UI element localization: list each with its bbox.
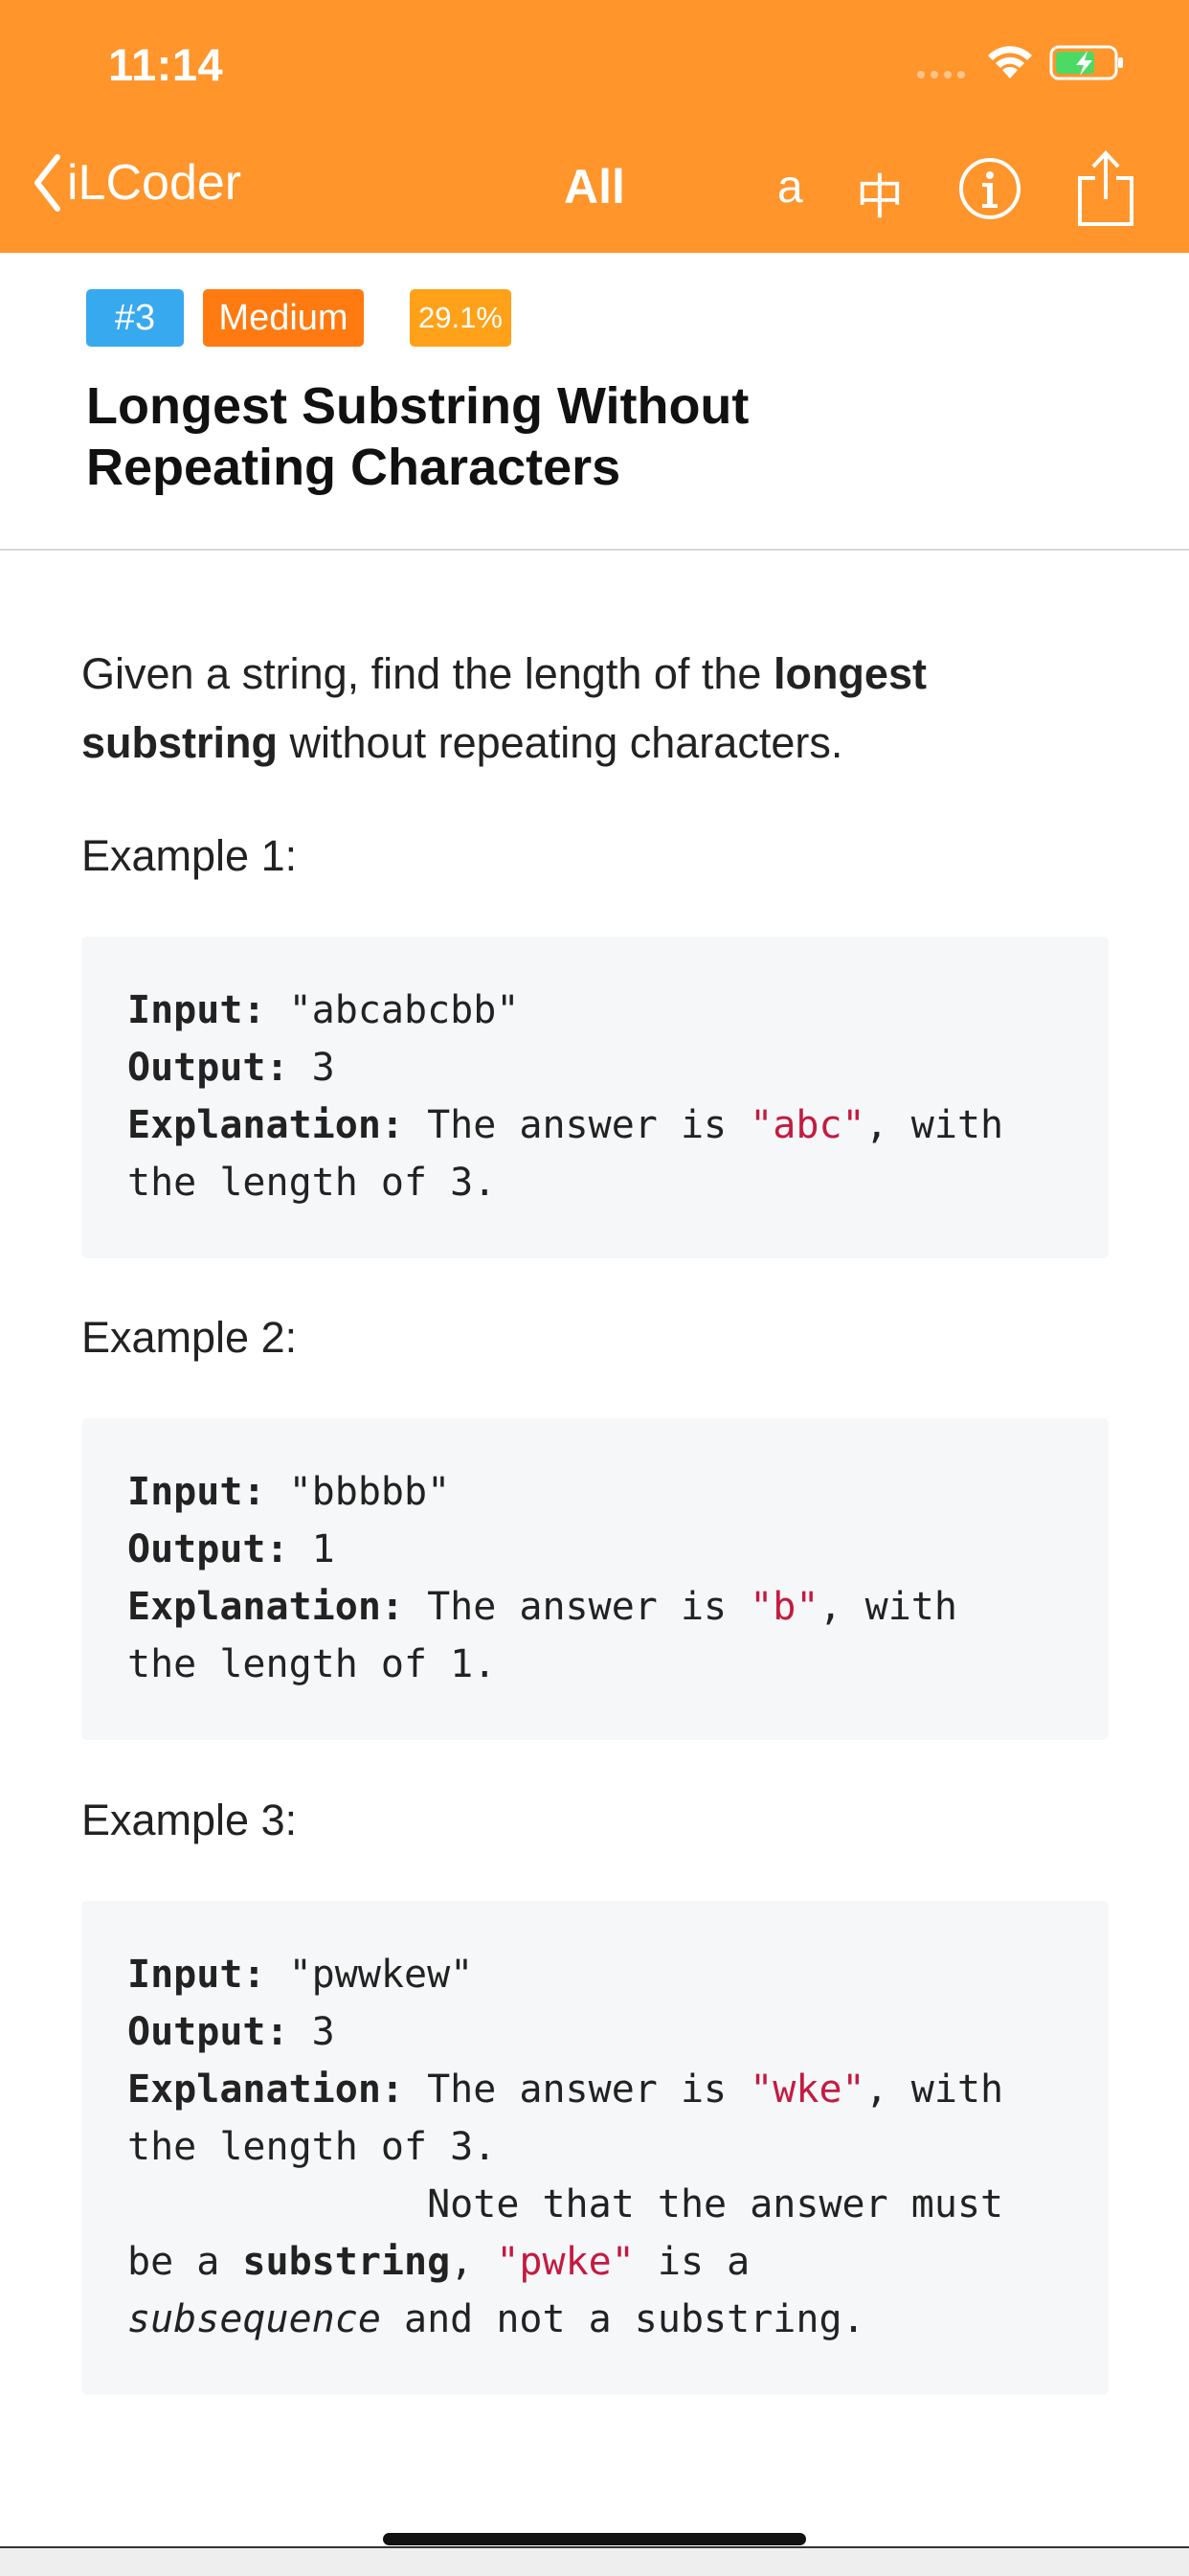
code-value: 3 xyxy=(288,2010,335,2054)
divider xyxy=(0,549,1189,551)
description-text: Given a string, find the length of the xyxy=(81,649,774,698)
example-code-block: Input: "abcabcbb" Output: 3 Explanation:… xyxy=(81,937,1109,1258)
description-bold: substring xyxy=(81,718,279,767)
example-heading: Example 1: xyxy=(81,831,298,880)
problem-id-badge: #3 xyxy=(86,289,184,347)
home-indicator[interactable] xyxy=(383,2533,806,2545)
code-string: "wke" xyxy=(750,2068,865,2112)
code-value: , xyxy=(450,2240,497,2284)
info-icon[interactable] xyxy=(957,156,1022,221)
code-italic: subsequence xyxy=(127,2297,381,2341)
wifi-icon xyxy=(988,46,1032,79)
back-button[interactable]: iLCoder xyxy=(33,153,241,213)
code-label: Output: xyxy=(127,1046,289,1090)
code-value: 3 xyxy=(288,1046,335,1090)
acceptance-rate-badge: 29.1% xyxy=(410,289,511,347)
code-value: The answer is xyxy=(403,1585,751,1629)
code-value: the length of 1. xyxy=(127,1642,497,1686)
battery-charging-icon xyxy=(1049,45,1123,80)
problem-title-line2: Repeating Characters xyxy=(86,439,621,496)
nav-header: 11:14 iLCoder All a 中 xyxy=(0,0,1189,253)
code-value: "pwwkew" xyxy=(265,1953,474,1997)
code-value: be a xyxy=(127,2240,243,2284)
code-value: The answer is xyxy=(403,2068,751,2112)
difficulty-badge: Medium xyxy=(203,289,364,347)
code-label: Input: xyxy=(127,988,266,1032)
code-label: Explanation: xyxy=(127,1103,404,1147)
example-heading: Example 2: xyxy=(81,1313,298,1362)
nav-title[interactable]: All xyxy=(564,160,625,214)
code-label: Output: xyxy=(127,1527,289,1571)
code-value: 1 xyxy=(288,1527,335,1571)
language-english-button[interactable]: a xyxy=(777,161,803,214)
code-value: , with xyxy=(864,2068,1004,2112)
example-heading: Example 3: xyxy=(81,1796,298,1844)
description-bold: longest xyxy=(773,649,927,698)
code-label: Explanation: xyxy=(127,1585,404,1629)
code-label: Input: xyxy=(127,1470,266,1514)
status-time: 11:14 xyxy=(108,39,224,90)
code-value: "abcabcbb" xyxy=(265,988,520,1032)
problem-title-line1: Longest Substring Without xyxy=(86,377,750,435)
share-icon[interactable] xyxy=(1074,149,1137,228)
description-text: without repeating characters. xyxy=(278,718,843,767)
code-value: and not a substring. xyxy=(380,2297,865,2341)
example-code-block: Input: "pwwkew" Output: 3 Explanation: T… xyxy=(81,1901,1109,2395)
bottom-toolbar-edge xyxy=(0,2546,1189,2576)
code-value: the length of 3. xyxy=(127,1161,497,1205)
code-string: "b" xyxy=(750,1585,819,1629)
code-value: "bbbbb" xyxy=(265,1470,451,1514)
code-label: Output: xyxy=(127,2010,289,2054)
cellular-signal-icon xyxy=(917,71,965,79)
back-label: iLCoder xyxy=(67,155,242,211)
language-chinese-button[interactable]: 中 xyxy=(856,159,904,228)
problem-description: Given a string, find the length of the l… xyxy=(81,640,1115,778)
code-value: , with xyxy=(864,1103,1004,1147)
problem-title: Longest Substring Without Repeating Char… xyxy=(86,375,948,498)
back-chevron-icon xyxy=(34,154,60,212)
code-bold: substring xyxy=(242,2240,451,2284)
code-value: the length of 3. xyxy=(127,2125,497,2169)
code-label: Input: xyxy=(127,1953,266,1997)
code-value: , with xyxy=(819,1585,957,1629)
code-value: is a xyxy=(634,2240,751,2284)
code-string: "pwke" xyxy=(496,2240,635,2284)
example-code-block: Input: "bbbbb" Output: 1 Explanation: Th… xyxy=(81,1418,1109,1740)
code-string: "abc" xyxy=(750,1103,865,1147)
code-label: Explanation: xyxy=(127,2068,404,2112)
code-value: The answer is xyxy=(403,1103,751,1147)
code-value: Note that the answer must xyxy=(127,2182,1004,2226)
